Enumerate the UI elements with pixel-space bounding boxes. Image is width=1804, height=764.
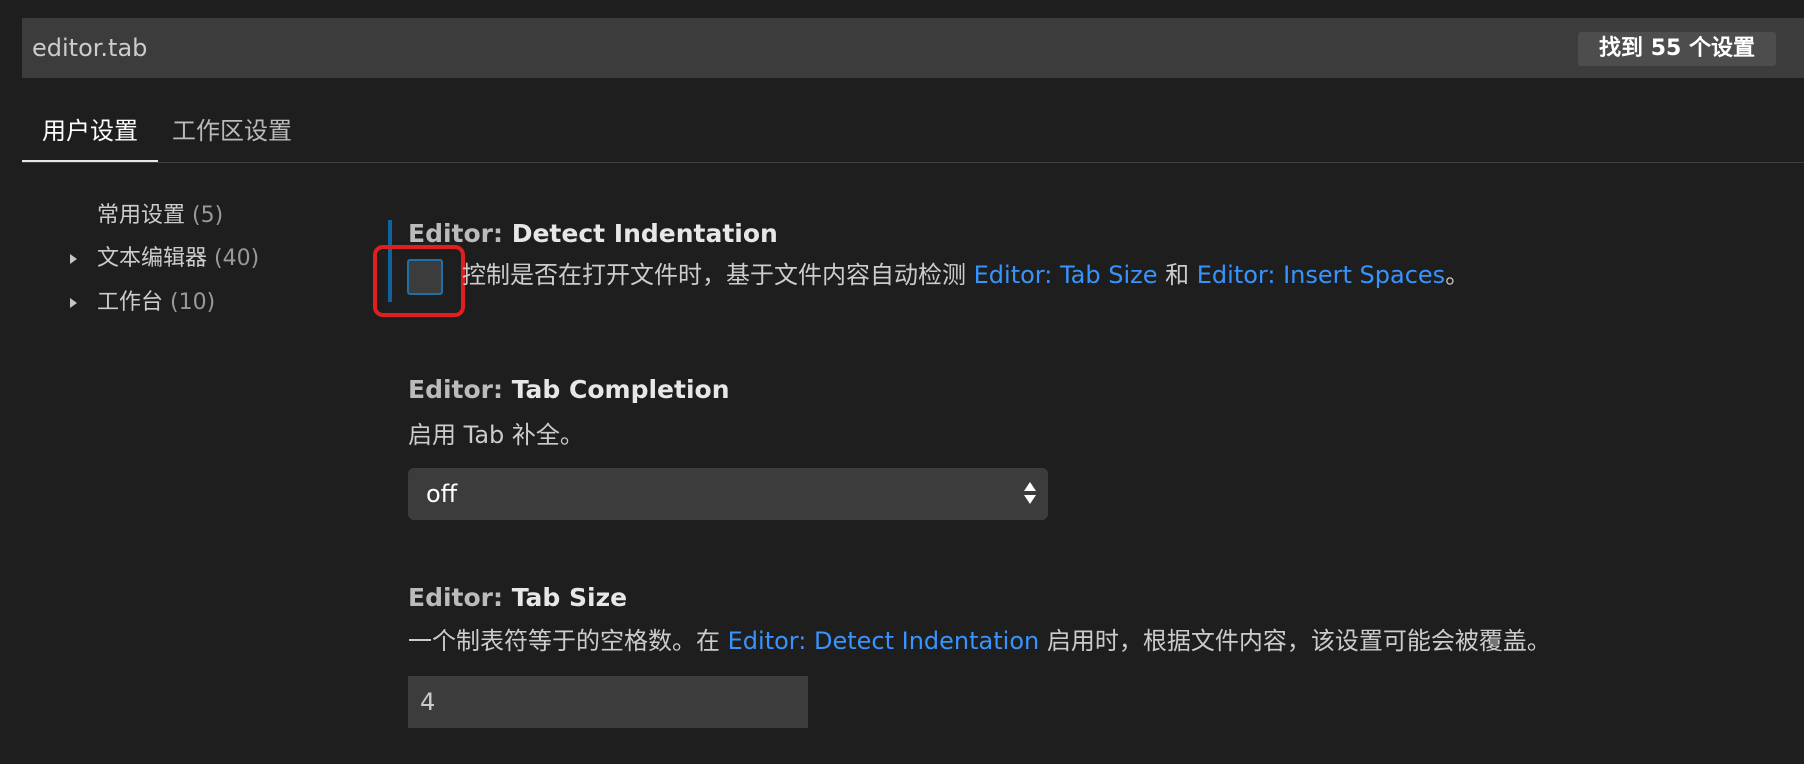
tab-user-settings-label: 用户设置 [42, 117, 138, 145]
toc-item-label: 常用设置 (5) [97, 203, 224, 228]
setting-title-detect-indentation: Editor: Detect Indentation [408, 219, 778, 248]
link-insert-spaces[interactable]: Editor: Insert Spaces [1197, 261, 1445, 289]
tab-workspace-settings-label: 工作区设置 [172, 117, 292, 145]
chevron-right-icon[interactable] [60, 283, 80, 323]
settings-search-input[interactable] [32, 18, 1532, 78]
setting-desc-tab-size: 一个制表符等于的空格数。在 Editor: Detect Indentation… [408, 627, 1551, 655]
setting-title-tab-completion: Editor: Tab Completion [408, 375, 730, 404]
tab-workspace-settings[interactable]: 工作区设置 [172, 112, 312, 162]
tab-size-input[interactable] [408, 676, 808, 728]
toc-item-label: 工作台 (10) [97, 290, 216, 315]
chevron-right-icon[interactable] [60, 239, 80, 279]
toc-item-label: 文本编辑器 (40) [97, 246, 260, 271]
select-arrows-icon [1022, 480, 1038, 508]
toc-item-count: (5) [192, 203, 224, 228]
tab-divider [22, 162, 1804, 163]
setting-desc-tab-completion: 启用 Tab 补全。 [408, 421, 584, 449]
link-detect-indentation[interactable]: Editor: Detect Indentation [728, 627, 1040, 655]
setting-desc-detect-indentation: 控制是否在打开文件时，基于文件内容自动检测 Editor: Tab Size 和… [462, 261, 1470, 289]
search-result-count-badge: 找到 55 个设置 [1578, 32, 1776, 66]
detect-indentation-checkbox[interactable] [407, 259, 443, 295]
toc-item-count: (40) [214, 246, 260, 271]
settings-search-bar: 找到 55 个设置 [22, 18, 1804, 78]
toc-item-count: (10) [170, 290, 216, 315]
tab-completion-select[interactable]: off [408, 468, 1048, 520]
link-tab-size[interactable]: Editor: Tab Size [974, 261, 1158, 289]
tab-user-settings[interactable]: 用户设置 [22, 112, 158, 162]
select-value: off [426, 480, 458, 508]
setting-title-tab-size: Editor: Tab Size [408, 583, 628, 612]
